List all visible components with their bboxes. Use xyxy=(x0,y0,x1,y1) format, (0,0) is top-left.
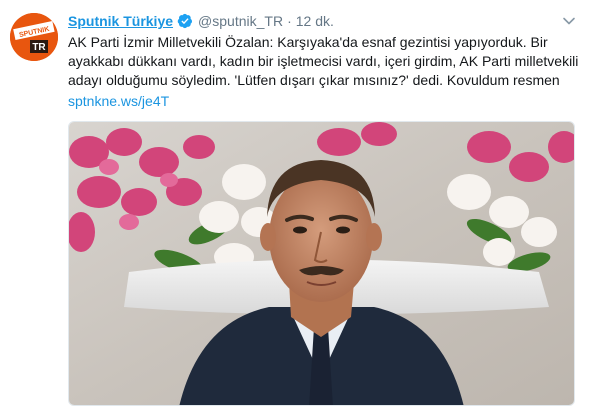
tweet-photo[interactable] xyxy=(68,121,575,406)
chevron-down-icon[interactable] xyxy=(562,14,576,28)
verified-badge-icon xyxy=(177,13,193,29)
display-name[interactable]: Sputnik Türkiye xyxy=(68,13,173,29)
tweet-link[interactable]: sptnkne.ws/je4T xyxy=(68,92,169,111)
timestamp[interactable]: 12 dk. xyxy=(296,13,334,29)
tweet: SPUTNIK TR Sputnik Türkiye @sputnik_TR ·… xyxy=(0,0,591,414)
avatar-badge-text: TR xyxy=(32,42,46,53)
photo-portrait-image xyxy=(69,122,574,405)
tweet-text-line: AK Parti İzmir Milletvekili Özalan: Karş… xyxy=(68,34,548,50)
sputnik-logo: SPUTNIK TR xyxy=(10,13,58,61)
tweet-header: Sputnik Türkiye @sputnik_TR · 12 dk. xyxy=(68,11,334,31)
tweet-text: AK Parti İzmir Milletvekili Özalan: Karş… xyxy=(68,33,578,90)
avatar[interactable]: SPUTNIK TR xyxy=(10,13,58,61)
tweet-text-line: ayakkabı dükkanı vardı, kadın bir işletm… xyxy=(68,53,579,69)
separator-dot: · xyxy=(287,13,292,29)
tweet-text-line: adayı olduğumu söyledim. 'Lütfen dışarı … xyxy=(68,72,560,88)
user-handle[interactable]: @sputnik_TR xyxy=(198,13,283,29)
